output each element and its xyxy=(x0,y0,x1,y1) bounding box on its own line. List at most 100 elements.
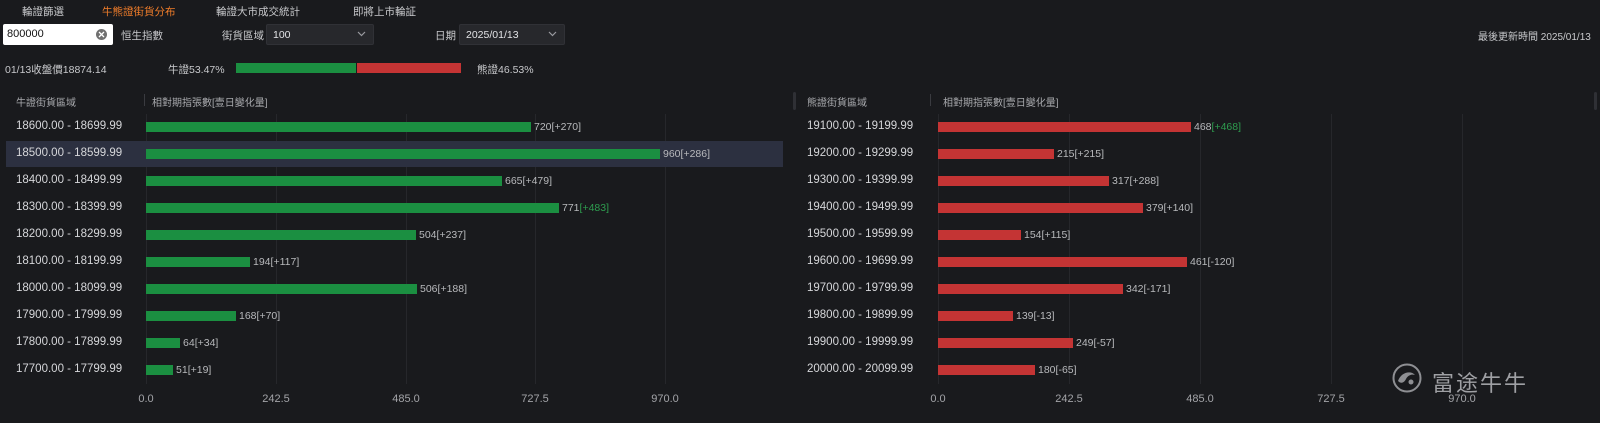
tab-warrant-screener[interactable]: 輪證篩選 xyxy=(22,4,64,19)
bull-percentage: 牛證53.47% xyxy=(168,64,225,76)
bull-panel-header: 牛證街貨區域 相對期指張數[壹日變化量] xyxy=(6,90,799,110)
table-row[interactable]: 19500.00 - 19599.99 154[+115] xyxy=(799,222,1589,248)
tab-market-turnover-stats[interactable]: 輪證大市成交統計 xyxy=(216,4,300,19)
bar xyxy=(938,311,1013,321)
bar xyxy=(146,149,660,159)
bar xyxy=(146,284,417,294)
price-range-label: 19300.00 - 19399.99 xyxy=(807,174,914,186)
bar xyxy=(938,230,1021,240)
bar-value-label: 379[+140] xyxy=(1146,202,1194,214)
bear-percentage: 熊證46.53% xyxy=(477,64,534,76)
table-row[interactable]: 17800.00 - 17899.99 64[+34] xyxy=(6,330,783,356)
bar-value-label: 194[+117] xyxy=(253,256,300,268)
bar-value-label: 215[+215] xyxy=(1057,148,1105,160)
x-tick-label: 242.5 xyxy=(262,393,290,405)
bar xyxy=(938,176,1109,186)
table-row[interactable]: 19300.00 - 19399.99 317[+288] xyxy=(799,168,1589,194)
bull-range-header: 牛證街貨區域 xyxy=(16,98,76,109)
bull-panel-scrollbar[interactable] xyxy=(793,92,796,110)
bar xyxy=(938,338,1073,348)
price-range-label: 19800.00 - 19899.99 xyxy=(807,309,914,321)
table-row[interactable]: 19100.00 - 19199.99 468[+468] xyxy=(799,114,1589,140)
table-row[interactable]: 19800.00 - 19899.99 139[-13] xyxy=(799,303,1589,329)
price-range-label: 20000.00 - 20099.99 xyxy=(807,363,914,375)
price-range-label: 19600.00 - 19699.99 xyxy=(807,255,914,267)
price-range-label: 18400.00 - 18499.99 xyxy=(16,174,123,186)
bear-panel-scrollbar[interactable] xyxy=(1594,92,1597,110)
price-range-label: 18100.00 - 18199.99 xyxy=(16,255,123,267)
table-row[interactable]: 19600.00 - 19699.99 461[-120] xyxy=(799,249,1589,275)
bar-value-label: 139[-13] xyxy=(1016,310,1055,322)
chevron-down-icon xyxy=(357,31,366,37)
bar-value-label: 720[+270] xyxy=(534,121,582,133)
bar xyxy=(146,122,531,132)
bar xyxy=(938,122,1191,132)
price-range-label: 17800.00 - 17899.99 xyxy=(16,336,123,348)
bar xyxy=(938,203,1143,213)
table-row[interactable]: 18600.00 - 18699.99 720[+270] xyxy=(6,114,783,140)
table-row[interactable]: 18500.00 - 18599.99 960[+286] xyxy=(6,141,783,167)
bar-value-label: 168[+70] xyxy=(239,310,281,322)
price-range-label: 19400.00 - 19499.99 xyxy=(807,201,914,213)
bar-value-label: 771[+483] xyxy=(562,202,610,214)
bar-value-label: 461[-120] xyxy=(1190,256,1235,268)
table-row[interactable]: 18400.00 - 18499.99 665[+479] xyxy=(6,168,783,194)
table-row[interactable]: 19200.00 - 19299.99 215[+215] xyxy=(799,141,1589,167)
clear-icon[interactable] xyxy=(96,29,107,40)
range-select[interactable]: 100 xyxy=(266,24,374,45)
x-tick-label: 0.0 xyxy=(138,393,154,405)
bar-value-label: 51[+19] xyxy=(176,364,212,376)
last-update-time: 最後更新時間 2025/01/13 xyxy=(1478,32,1591,43)
table-row[interactable]: 17700.00 - 17799.99 51[+19] xyxy=(6,357,783,383)
bar xyxy=(146,203,559,213)
price-range-label: 17700.00 - 17799.99 xyxy=(16,363,123,375)
bar-value-label: 154[+115] xyxy=(1024,229,1071,241)
price-range-label: 17900.00 - 17999.99 xyxy=(16,309,123,321)
tab-bar: 輪證篩選 牛熊證街貨分布 輪證大市成交統計 即將上市輪証 xyxy=(0,0,1600,22)
range-select-value: 100 xyxy=(273,29,291,41)
date-select[interactable]: 2025/01/13 xyxy=(459,24,565,45)
bar xyxy=(938,149,1054,159)
bar xyxy=(938,284,1123,294)
bar xyxy=(146,176,502,186)
x-tick-label: 727.5 xyxy=(521,393,549,405)
summary-bar: 01/13收盤價18874.14 牛證53.47% 熊證46.53% xyxy=(0,58,1600,80)
table-row[interactable]: 17900.00 - 17999.99 168[+70] xyxy=(6,303,783,329)
table-row[interactable]: 18000.00 - 18099.99 506[+188] xyxy=(6,276,783,302)
bar xyxy=(146,257,250,267)
x-tick-label: 242.5 xyxy=(1055,393,1083,405)
table-row[interactable]: 18300.00 - 18399.99 771[+483] xyxy=(6,195,783,221)
price-range-label: 18500.00 - 18599.99 xyxy=(16,147,123,159)
bull-distribution-panel: 牛證街貨區域 相對期指張數[壹日變化量] 0.0 242.5 485.0 727.5 9… xyxy=(6,90,799,423)
x-tick-label: 485.0 xyxy=(392,393,420,405)
table-row[interactable]: 18200.00 - 18299.99 504[+237] xyxy=(6,222,783,248)
table-row[interactable]: 18100.00 - 18199.99 194[+117] xyxy=(6,249,783,275)
date-select-value: 2025/01/13 xyxy=(466,29,519,41)
range-label: 街貨區域 xyxy=(222,30,264,42)
x-tick-label: 485.0 xyxy=(1186,393,1214,405)
x-tick-label: 970.0 xyxy=(651,393,679,405)
table-row[interactable]: 19900.00 - 19999.99 249[-57] xyxy=(799,330,1589,356)
bar-value-label: 506[+188] xyxy=(420,283,468,295)
bear-range-header: 熊證街貨區域 xyxy=(807,98,867,109)
price-range-label: 19500.00 - 19599.99 xyxy=(807,228,914,240)
chevron-down-icon xyxy=(548,31,557,37)
bar-value-label: 180[-65] xyxy=(1038,364,1077,376)
bar-value-label: 960[+286] xyxy=(663,148,711,160)
code-input[interactable] xyxy=(7,26,91,42)
date-label: 日期 xyxy=(435,30,456,42)
bar-value-label: 665[+479] xyxy=(505,175,553,187)
bear-value-header: 相對期指張數[壹日變化量] xyxy=(943,98,1059,109)
table-row[interactable]: 19700.00 - 19799.99 342[-171] xyxy=(799,276,1589,302)
code-search-box[interactable] xyxy=(3,24,113,45)
table-row[interactable]: 19400.00 - 19499.99 379[+140] xyxy=(799,195,1589,221)
futu-logo-icon xyxy=(1392,363,1422,393)
bear-ratio-bar xyxy=(357,63,461,73)
price-range-label: 19200.00 - 19299.99 xyxy=(807,147,914,159)
close-price: 01/13收盤價18874.14 xyxy=(5,64,107,76)
bar xyxy=(146,311,236,321)
bar-value-label: 317[+288] xyxy=(1112,175,1160,187)
tab-upcoming-listings[interactable]: 即將上市輪証 xyxy=(353,4,416,19)
bar-value-label: 468[+468] xyxy=(1194,121,1242,133)
tab-cbbc-distribution[interactable]: 牛熊證街貨分布 xyxy=(102,4,176,19)
